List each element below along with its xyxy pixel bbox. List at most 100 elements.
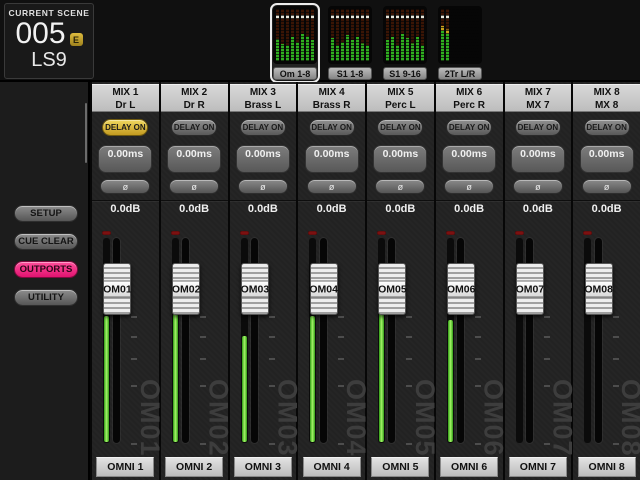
over-led-icon: [171, 231, 180, 235]
delay-time-field[interactable]: 0.00ms: [98, 145, 152, 173]
fader-handle-label: OM07: [517, 281, 543, 298]
phase-button[interactable]: ø: [513, 179, 563, 194]
fader-handle[interactable]: OM03: [241, 263, 269, 315]
fader-handle-label: OM06: [448, 281, 474, 298]
fader-tick: [269, 358, 275, 360]
section-divider: [367, 200, 434, 201]
delay-time-field[interactable]: 0.00ms: [511, 145, 565, 173]
cue-clear-button[interactable]: CUE CLEAR: [14, 233, 78, 250]
channel-header[interactable]: MIX 7 MX 7: [505, 84, 572, 112]
stagemix-screen: CURRENT SCENE 005 E LS9 Om 1-8 S1 1-8 S1…: [0, 0, 640, 480]
phase-button[interactable]: ø: [100, 179, 150, 194]
channel-mix-label: MIX 5: [367, 86, 434, 99]
strip-watermark: OM03: [279, 379, 295, 457]
fader-tick: [200, 358, 206, 360]
phase-button[interactable]: ø: [238, 179, 288, 194]
fader-handle[interactable]: OM07: [516, 263, 544, 315]
delay-time-field[interactable]: 0.00ms: [373, 145, 427, 173]
channel-name-label: Dr L: [92, 99, 159, 112]
delay-time-field[interactable]: 0.00ms: [442, 145, 496, 173]
phase-button[interactable]: ø: [307, 179, 357, 194]
channel-mix-label: MIX 3: [230, 86, 297, 99]
strip-watermark: OM08: [623, 379, 639, 457]
output-port-label: OMNI 8: [578, 457, 636, 477]
meter-tab[interactable]: Om 1-8: [270, 3, 320, 83]
meter-tab[interactable]: S1 1-8: [325, 3, 375, 83]
meter-bar: [396, 9, 399, 61]
channel-name-label: Perc R: [436, 99, 503, 112]
over-led-icon: [308, 231, 317, 235]
delay-time-field[interactable]: 0.00ms: [305, 145, 359, 173]
fader-tick: [269, 316, 275, 318]
phase-button[interactable]: ø: [375, 179, 425, 194]
current-scene-panel[interactable]: CURRENT SCENE 005 E LS9: [4, 3, 94, 79]
phase-button[interactable]: ø: [582, 179, 632, 194]
channel-strip: MIX 3 Brass L DELAY ON 0.00ms ø 0.0dB OM…: [230, 82, 297, 480]
delay-on-button[interactable]: DELAY ON: [240, 119, 286, 136]
setup-button[interactable]: SETUP: [14, 205, 78, 222]
channel-name-label: Brass L: [230, 99, 297, 112]
phase-button[interactable]: ø: [169, 179, 219, 194]
strip-watermark: OM07: [554, 379, 570, 457]
meter-tab[interactable]: S1 9-16: [380, 3, 430, 83]
utility-button[interactable]: UTILITY: [14, 289, 78, 306]
delay-on-button[interactable]: DELAY ON: [309, 119, 355, 136]
fader-handle[interactable]: OM02: [172, 263, 200, 315]
fader-handle[interactable]: OM01: [103, 263, 131, 315]
meter-bar: [346, 9, 349, 61]
meter-bar: [386, 9, 389, 61]
fader-zone: OM02 OM02: [161, 217, 228, 457]
fader-handle-label: OM01: [104, 281, 130, 298]
fader-handle[interactable]: OM04: [310, 263, 338, 315]
fader-tick: [544, 336, 550, 338]
meter-bars: [441, 9, 479, 61]
over-led-icon: [240, 231, 249, 235]
channel-header[interactable]: MIX 4 Brass R: [298, 84, 365, 112]
meter-bar: [406, 9, 409, 61]
meter-tab[interactable]: 2Tr L/R: [435, 3, 485, 83]
delay-time-field[interactable]: 0.00ms: [236, 145, 290, 173]
delay-on-button[interactable]: DELAY ON: [102, 119, 148, 136]
channel-header[interactable]: MIX 6 Perc R: [436, 84, 503, 112]
delay-time-field[interactable]: 0.00ms: [167, 145, 221, 173]
meter-block: [438, 6, 482, 64]
channel-header[interactable]: MIX 1 Dr L: [92, 84, 159, 112]
delay-time-field[interactable]: 0.00ms: [580, 145, 634, 173]
fader-tick: [475, 358, 481, 360]
meter-bar: [441, 9, 444, 61]
delay-on-button[interactable]: DELAY ON: [377, 119, 423, 136]
fader-zone: OM05 OM05: [367, 217, 434, 457]
channel-header[interactable]: MIX 3 Brass L: [230, 84, 297, 112]
delay-on-button[interactable]: DELAY ON: [446, 119, 492, 136]
fader-tick: [200, 336, 206, 338]
delay-on-button[interactable]: DELAY ON: [171, 119, 217, 136]
fader-tick: [544, 358, 550, 360]
fader-handle[interactable]: OM06: [447, 263, 475, 315]
gain-value: 0.0dB: [110, 203, 140, 217]
phase-button[interactable]: ø: [444, 179, 494, 194]
channel-meter-fill: [173, 314, 178, 442]
delay-on-button[interactable]: DELAY ON: [515, 119, 561, 136]
fader-tick: [131, 358, 137, 360]
channel-strip: MIX 5 Perc L DELAY ON 0.00ms ø 0.0dB OM0…: [367, 82, 434, 480]
channel-header[interactable]: MIX 2 Dr R: [161, 84, 228, 112]
strip-watermark: OM05: [417, 379, 433, 457]
outports-button[interactable]: OUTPORTS: [14, 261, 78, 278]
channel-header[interactable]: MIX 8 MX 8: [573, 84, 640, 112]
fader-zone: OM06 OM06: [436, 217, 503, 457]
delay-on-button[interactable]: DELAY ON: [584, 119, 630, 136]
fader-handle[interactable]: OM08: [585, 263, 613, 315]
gain-value: 0.0dB: [248, 203, 278, 217]
fader-handle[interactable]: OM05: [378, 263, 406, 315]
fader-tick: [338, 316, 344, 318]
meter-bars: [386, 9, 424, 61]
output-port-label: OMNI 3: [234, 457, 292, 477]
channel-mix-label: MIX 7: [505, 86, 572, 99]
channel-name-label: Dr R: [161, 99, 228, 112]
section-divider: [573, 200, 640, 201]
meter-bar: [401, 9, 404, 61]
meter-bar: [331, 9, 334, 61]
meter-tab-label: S1 9-16: [383, 67, 427, 80]
channel-header[interactable]: MIX 5 Perc L: [367, 84, 434, 112]
fader-tick: [269, 336, 275, 338]
